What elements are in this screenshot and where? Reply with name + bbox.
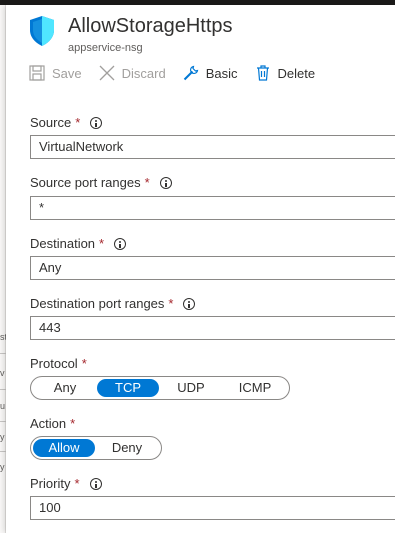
protocol-option-icmp[interactable]: ICMP [223, 379, 287, 397]
protocol-option-udp[interactable]: UDP [159, 379, 223, 397]
required-marker: * [168, 296, 174, 311]
required-marker: * [81, 356, 87, 371]
action-label: Action * [30, 416, 75, 431]
source-dropdown[interactable]: VirtualNetwork [30, 135, 395, 159]
delete-label: Delete [277, 65, 316, 81]
destination-port-ranges-label: Destination port ranges * [30, 296, 196, 311]
destination-label: Destination * [30, 236, 127, 251]
page-subtitle: appservice-nsg [68, 42, 143, 54]
priority-label: Priority * [30, 476, 102, 491]
protocol-toggle: Any TCP UDP ICMP [30, 376, 290, 400]
source-label-text: Source [30, 115, 72, 130]
command-bar: Save Discard Basic Delete [28, 61, 331, 85]
info-icon[interactable] [90, 116, 103, 129]
required-marker: * [75, 115, 81, 130]
destination-port-ranges-input[interactable]: 443 [30, 316, 395, 340]
save-button[interactable]: Save [28, 64, 82, 82]
source-port-ranges-label-text: Source port ranges [30, 175, 141, 190]
protocol-label-text: Protocol [30, 356, 78, 371]
destination-port-ranges-label-text: Destination port ranges [30, 296, 165, 311]
source-label: Source * [30, 115, 103, 130]
save-label: Save [52, 65, 82, 81]
protocol-option-tcp[interactable]: TCP [97, 379, 159, 397]
source-port-ranges-input[interactable]: * [30, 196, 395, 220]
basic-label: Basic [205, 65, 238, 81]
discard-label: Discard [121, 65, 166, 81]
info-icon[interactable] [89, 477, 102, 490]
wrench-icon [183, 65, 198, 81]
page-title: AllowStorageHttps [68, 15, 233, 37]
required-marker: * [144, 175, 150, 190]
action-label-text: Action [30, 416, 67, 431]
destination-label-text: Destination [30, 236, 96, 251]
required-marker: * [99, 236, 105, 251]
trash-icon [256, 65, 269, 81]
source-port-ranges-label: Source port ranges * [30, 175, 172, 190]
close-icon [99, 65, 115, 81]
save-icon [29, 65, 45, 81]
protocol-option-any[interactable]: Any [33, 379, 97, 397]
protocol-label: Protocol * [30, 356, 87, 371]
action-toggle: Allow Deny [30, 436, 162, 460]
info-icon[interactable] [114, 237, 127, 250]
action-option-allow[interactable]: Allow [33, 439, 95, 457]
destination-dropdown[interactable]: Any [30, 256, 395, 280]
priority-label-text: Priority [30, 476, 71, 491]
delete-button[interactable]: Delete [254, 64, 316, 82]
priority-input[interactable]: 100 [30, 496, 395, 520]
basic-button[interactable]: Basic [182, 64, 238, 82]
inbound-rule-panel: AllowStorageHttps appservice-nsg Save Di… [6, 5, 395, 533]
required-marker: * [70, 416, 76, 431]
discard-button[interactable]: Discard [98, 64, 166, 82]
info-icon[interactable] [159, 176, 172, 189]
action-option-deny[interactable]: Deny [95, 439, 159, 457]
required-marker: * [74, 476, 80, 491]
info-icon[interactable] [183, 297, 196, 310]
shield-icon [30, 16, 54, 46]
